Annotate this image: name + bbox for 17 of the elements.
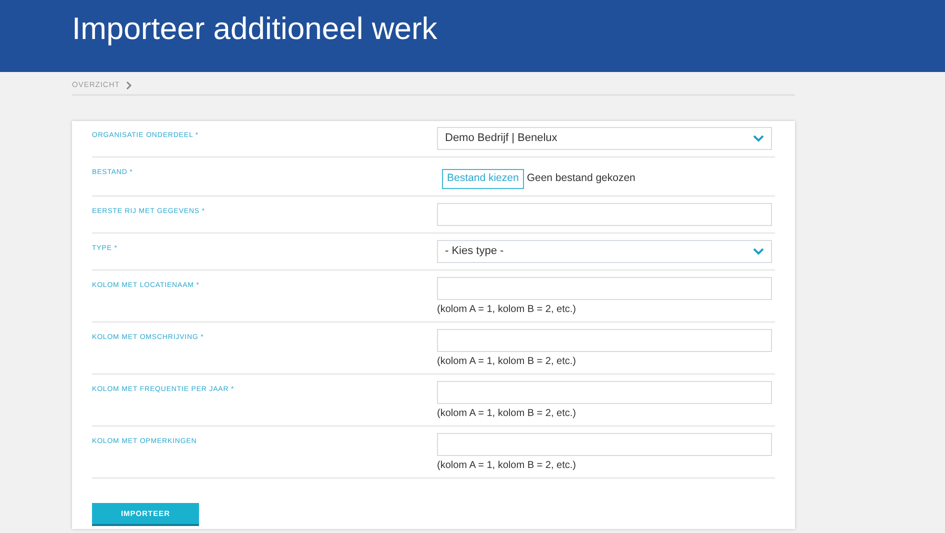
chevron-right-icon xyxy=(126,80,132,90)
input-field[interactable] xyxy=(437,277,772,300)
chevron-down-icon xyxy=(753,248,764,255)
input-field[interactable] xyxy=(437,329,772,352)
hint-text: (kolom A = 1, kolom B = 2, etc.) xyxy=(437,460,576,471)
page-title: Importeer additioneel werk xyxy=(72,10,438,48)
chevron-down-icon xyxy=(753,135,764,142)
select-field[interactable]: Demo Bedrijf | Benelux xyxy=(437,127,772,150)
input-field[interactable] xyxy=(437,203,772,226)
input-field[interactable] xyxy=(437,433,772,456)
input-field[interactable] xyxy=(437,381,772,404)
choose-file-button[interactable]: Bestand kiezen xyxy=(442,169,524,189)
hint-text: (kolom A = 1, kolom B = 2, etc.) xyxy=(437,356,576,367)
select-field[interactable]: - Kies type - xyxy=(437,240,772,263)
hint-text: (kolom A = 1, kolom B = 2, etc.) xyxy=(437,304,576,315)
file-status: Geen bestand gekozen xyxy=(526,171,636,186)
hint-text: (kolom A = 1, kolom B = 2, etc.) xyxy=(437,408,576,419)
